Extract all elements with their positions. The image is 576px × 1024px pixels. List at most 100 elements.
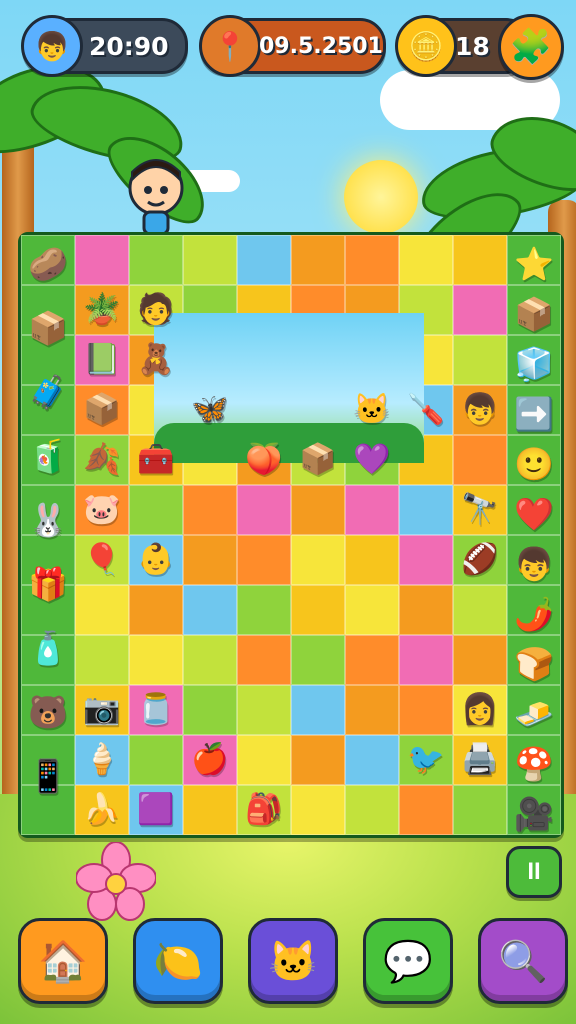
home-button[interactable]: 🏠 [18, 918, 108, 1004]
board-item-piece[interactable]: 👦 [453, 385, 507, 435]
board-item-piece[interactable]: 👶 [129, 535, 183, 585]
board-item-piece[interactable]: 🫙 [129, 685, 183, 735]
chat-button[interactable]: 💬 [363, 918, 453, 1004]
puzzle-cell[interactable] [399, 685, 453, 735]
puzzle-cell[interactable] [237, 535, 291, 585]
puzzle-cell[interactable] [345, 785, 399, 835]
left-item-piece[interactable]: 🎁 [21, 559, 75, 609]
right-item-piece[interactable]: ➡️ [507, 389, 561, 439]
puzzle-cell[interactable] [75, 585, 129, 635]
puzzle-cell[interactable] [291, 235, 345, 285]
board-item-piece[interactable]: 🐷 [75, 485, 129, 535]
board-item-piece[interactable]: 🍌 [75, 785, 129, 835]
puzzle-cell[interactable] [345, 485, 399, 535]
right-item-piece[interactable]: 🌶️ [507, 589, 561, 639]
right-item-piece[interactable]: 📦 [507, 289, 561, 339]
board-item-piece[interactable]: 🎒 [237, 785, 291, 835]
board-item-piece[interactable]: 📦 [75, 385, 129, 435]
puzzle-cell[interactable] [237, 585, 291, 635]
left-item-piece[interactable]: 🐰 [21, 495, 75, 545]
puzzle-cell[interactable] [345, 535, 399, 585]
right-item-piece[interactable]: 🍄 [507, 739, 561, 789]
board-item-piece[interactable]: 🔭 [453, 485, 507, 535]
puzzle-cell[interactable] [183, 235, 237, 285]
puzzle-cell[interactable] [345, 735, 399, 785]
board-item-piece[interactable]: 👩 [453, 685, 507, 735]
puzzle-cell[interactable] [345, 235, 399, 285]
puzzle-cell[interactable] [237, 685, 291, 735]
board-item-piece[interactable]: 🍦 [75, 735, 129, 785]
board-item-piece[interactable]: 🍑 [237, 435, 291, 485]
puzzle-cell[interactable] [453, 635, 507, 685]
puzzle-cell[interactable] [453, 335, 507, 385]
puzzle-cell[interactable] [291, 685, 345, 735]
board-item-piece[interactable]: 🍂 [75, 435, 129, 485]
puzzle-cell[interactable] [183, 485, 237, 535]
right-item-piece[interactable]: 👦 [507, 539, 561, 589]
puzzle-cell[interactable] [183, 785, 237, 835]
puzzle-cell[interactable] [237, 235, 291, 285]
board-item-piece[interactable]: 🟪 [129, 785, 183, 835]
puzzle-cell[interactable] [129, 585, 183, 635]
puzzle-cell[interactable] [399, 235, 453, 285]
puzzle-cell[interactable] [129, 635, 183, 685]
puzzle-piece-icon[interactable]: 🧩 [498, 14, 564, 80]
puzzle-cell[interactable] [237, 635, 291, 685]
puzzle-cell[interactable] [183, 585, 237, 635]
right-item-piece[interactable]: 🧈 [507, 689, 561, 739]
puzzle-cell[interactable] [399, 535, 453, 585]
puzzle-cell[interactable] [183, 635, 237, 685]
board-item-piece[interactable]: 📗 [75, 335, 129, 385]
board-item-piece[interactable]: 🖨️ [453, 735, 507, 785]
puzzle-cell[interactable] [237, 485, 291, 535]
puzzle-cell[interactable] [345, 685, 399, 735]
puzzle-cell[interactable] [129, 735, 183, 785]
left-item-piece[interactable]: 🥔 [21, 239, 75, 289]
left-item-piece[interactable]: 🧳 [21, 367, 75, 417]
puzzle-cell[interactable] [291, 785, 345, 835]
pause-button[interactable]: II [506, 846, 562, 898]
puzzle-cell[interactable] [129, 235, 183, 285]
board-item-piece[interactable]: 🧑 [129, 285, 183, 335]
board-item-piece[interactable]: 🪴 [75, 285, 129, 335]
right-item-piece[interactable]: 🙂 [507, 439, 561, 489]
puzzle-cell[interactable] [453, 235, 507, 285]
puzzle-cell[interactable] [291, 735, 345, 785]
puzzle-cell[interactable] [345, 635, 399, 685]
left-item-piece[interactable]: 🧴 [21, 623, 75, 673]
board-item-piece[interactable]: 🧰 [129, 435, 183, 485]
puzzle-cell[interactable] [453, 585, 507, 635]
search-button[interactable]: 🔍 [478, 918, 568, 1004]
puzzle-cell[interactable] [291, 635, 345, 685]
board-item-piece[interactable]: 🪛 [399, 385, 453, 435]
puzzle-cell[interactable] [453, 435, 507, 485]
board-item-piece[interactable]: 🏈 [453, 535, 507, 585]
board-item-piece[interactable]: 🎈 [75, 535, 129, 585]
left-item-piece[interactable]: 🧃 [21, 431, 75, 481]
puzzle-cell[interactable] [291, 485, 345, 535]
puzzle-cell[interactable] [183, 535, 237, 585]
puzzle-cell[interactable] [399, 485, 453, 535]
board-item-piece[interactable]: 📷 [75, 685, 129, 735]
puzzle-cell[interactable] [75, 235, 129, 285]
puzzle-cell[interactable] [183, 685, 237, 735]
right-item-piece[interactable]: ❤️ [507, 489, 561, 539]
puzzle-cell[interactable] [345, 585, 399, 635]
puzzle-cell[interactable] [129, 485, 183, 535]
board-item-piece[interactable]: 🐦 [399, 735, 453, 785]
puzzle-cell[interactable] [453, 285, 507, 335]
puzzle-cell[interactable] [291, 585, 345, 635]
puzzle-cell[interactable] [399, 785, 453, 835]
board-item-piece[interactable]: 🦋 [183, 385, 237, 435]
board-item-piece[interactable]: 💜 [345, 435, 399, 485]
puzzle-cell[interactable] [453, 785, 507, 835]
hint-button[interactable]: 🍋 [133, 918, 223, 1004]
board-item-piece[interactable]: 📦 [291, 435, 345, 485]
puzzle-cell[interactable] [237, 735, 291, 785]
puzzle-cell[interactable] [399, 635, 453, 685]
board-item-piece[interactable]: 🧸 [129, 335, 183, 385]
right-item-piece[interactable]: ⭐ [507, 239, 561, 289]
puzzle-cell[interactable] [291, 535, 345, 585]
right-item-piece[interactable]: 🧊 [507, 339, 561, 389]
right-item-piece[interactable]: 🎥 [507, 789, 561, 839]
